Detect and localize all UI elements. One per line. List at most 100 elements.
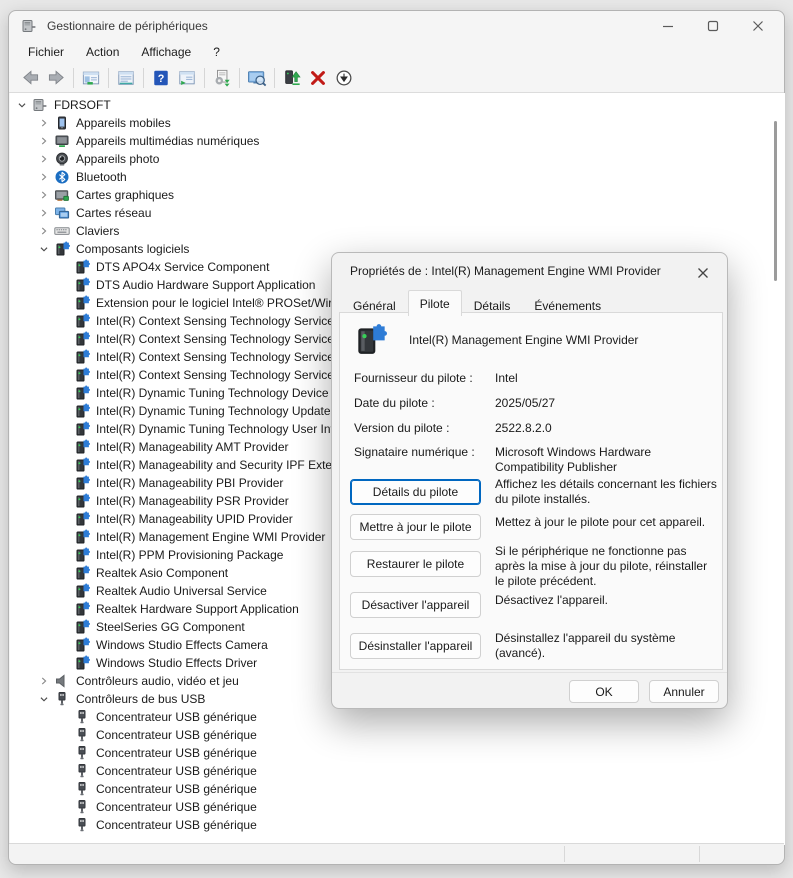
tree-item-label: DTS APO4x Service Component (96, 260, 269, 274)
tree-item-concentrateur-usb-generique[interactable]: Concentrateur USB générique (10, 798, 785, 816)
tree-item-claviers[interactable]: Claviers (10, 222, 785, 240)
tree-item-label: Concentrateur USB générique (96, 710, 257, 724)
field-value: Microsoft Windows Hardware Compatibility… (495, 445, 717, 475)
chevron-placeholder (54, 456, 74, 474)
tree-item-appareils-mobiles[interactable]: Appareils mobiles (10, 114, 785, 132)
chevron-collapsed-icon[interactable] (34, 150, 54, 168)
tree-item-label: Intel(R) Context Sensing Technology Serv… (96, 332, 334, 346)
tree-item-label: Appareils mobiles (76, 116, 171, 130)
details-du-pilote-button[interactable]: Détails du pilote (350, 479, 481, 505)
tab-general[interactable]: Général (341, 294, 408, 316)
chevron-collapsed-icon[interactable] (34, 186, 54, 204)
tree-item-label: Intel(R) Context Sensing Technology Serv… (96, 314, 334, 328)
menu-item-affichage[interactable]: Affichage (130, 42, 202, 62)
device-search-button[interactable] (244, 66, 270, 90)
chevron-placeholder (54, 762, 74, 780)
tree-item-cartes-reseau[interactable]: Cartes réseau (10, 204, 785, 222)
tree-item-bluetooth[interactable]: Bluetooth (10, 168, 785, 186)
forward-button[interactable] (43, 66, 69, 90)
disable-device-icon (335, 69, 353, 87)
tree-item-concentrateur-usb-generique[interactable]: Concentrateur USB générique (10, 762, 785, 780)
chevron-expanded-icon[interactable] (12, 96, 32, 114)
back-button[interactable] (17, 66, 43, 90)
tree-item-fdrsoft[interactable]: FDRSOFT (10, 96, 785, 114)
chevron-placeholder (54, 294, 74, 312)
chevron-collapsed-icon[interactable] (34, 168, 54, 186)
dialog-footer: OK Annuler (332, 672, 727, 710)
tab-details[interactable]: Détails (462, 294, 523, 316)
usb-icon (54, 691, 70, 707)
tab-evenements[interactable]: Événements (522, 294, 613, 316)
disable-device-button[interactable] (331, 66, 357, 90)
software-component-icon (74, 655, 90, 671)
tree-item-label: Contrôleurs de bus USB (76, 692, 205, 706)
menu-item-aide[interactable]: ? (202, 42, 231, 62)
menu-item-action[interactable]: Action (75, 42, 130, 62)
tree-item-label: Windows Studio Effects Driver (96, 656, 257, 670)
maximize-button[interactable] (690, 11, 735, 41)
status-bar-divider (699, 846, 700, 862)
toolbar-separator (274, 68, 275, 88)
chevron-placeholder (54, 420, 74, 438)
software-component-icon (74, 547, 90, 563)
software-component-icon (74, 637, 90, 653)
chevron-collapsed-icon[interactable] (34, 114, 54, 132)
scan-hardware-changes-button[interactable] (209, 66, 235, 90)
desinstaller-lappareil-button[interactable]: Désinstaller l'appareil (350, 633, 481, 659)
tree-item-label: Concentrateur USB générique (96, 728, 257, 742)
tab-pilote[interactable]: Pilote (408, 290, 462, 316)
menu-item-fichier[interactable]: Fichier (17, 42, 75, 62)
uninstall-device-button[interactable] (305, 66, 331, 90)
driver-tab-page: Intel(R) Management Engine WMI Provider … (339, 312, 723, 670)
tree-item-label: Cartes réseau (76, 206, 151, 220)
tree-item-label: Intel(R) Manageability PSR Provider (96, 494, 289, 508)
software-component-icon (74, 421, 90, 437)
tree-item-label: Intel(R) PPM Provisioning Package (96, 548, 283, 562)
tree-item-concentrateur-usb-generique[interactable]: Concentrateur USB générique (10, 744, 785, 762)
tree-item-concentrateur-usb-generique[interactable]: Concentrateur USB générique (10, 780, 785, 798)
update-driver-button[interactable] (279, 66, 305, 90)
software-component-icon (74, 403, 90, 419)
dialog-close-icon[interactable] (693, 263, 713, 283)
minimize-button[interactable] (645, 11, 690, 41)
tree-item-label: Realtek Hardware Support Application (96, 602, 299, 616)
properties-button[interactable] (113, 66, 139, 90)
tree-scrollbar-thumb[interactable] (774, 121, 777, 281)
chevron-collapsed-icon[interactable] (34, 132, 54, 150)
show-console-tree-button[interactable] (78, 66, 104, 90)
mettre-a-jour-le-pilote-button[interactable]: Mettre à jour le pilote (350, 514, 481, 540)
software-component-icon (74, 601, 90, 617)
ok-button[interactable]: OK (569, 680, 639, 703)
desactiver-lappareil-button[interactable]: Désactiver l'appareil (350, 592, 481, 618)
menu-bar: FichierActionAffichage? (9, 41, 784, 63)
tree-item-concentrateur-usb-generique[interactable]: Concentrateur USB générique (10, 708, 785, 726)
export-list-button[interactable] (174, 66, 200, 90)
mobile-device-icon (54, 115, 70, 131)
dialog-tabs: GénéralPiloteDétailsÉvénements (341, 290, 613, 316)
tree-item-appareils-photo[interactable]: Appareils photo (10, 150, 785, 168)
usb-icon (74, 745, 90, 761)
help-button[interactable]: ? (148, 66, 174, 90)
chevron-expanded-icon[interactable] (34, 240, 54, 258)
tree-item-concentrateur-usb-generique[interactable]: Concentrateur USB générique (10, 816, 785, 834)
tree-item-concentrateur-usb-generique[interactable]: Concentrateur USB générique (10, 726, 785, 744)
chevron-placeholder (54, 528, 74, 546)
device-search-icon (247, 69, 267, 87)
properties-icon (117, 69, 135, 87)
software-component-icon (74, 313, 90, 329)
chevron-expanded-icon[interactable] (34, 690, 54, 708)
cancel-button[interactable]: Annuler (649, 680, 719, 703)
chevron-collapsed-icon[interactable] (34, 222, 54, 240)
action-description: Désinstallez l'appareil du système (avan… (495, 631, 717, 661)
restaurer-le-pilote-button[interactable]: Restaurer le pilote (350, 551, 481, 577)
chevron-placeholder (54, 582, 74, 600)
toolbar-separator (143, 68, 144, 88)
software-component-icon (74, 349, 90, 365)
tree-item-appareils-multimedias-numeriques[interactable]: Appareils multimédias numériques (10, 132, 785, 150)
chevron-collapsed-icon[interactable] (34, 204, 54, 222)
tree-item-cartes-graphiques[interactable]: Cartes graphiques (10, 186, 785, 204)
close-button[interactable] (735, 11, 780, 41)
field-value: 2025/05/27 (495, 396, 717, 411)
chevron-collapsed-icon[interactable] (34, 672, 54, 690)
tree-item-label: Realtek Asio Component (96, 566, 228, 580)
